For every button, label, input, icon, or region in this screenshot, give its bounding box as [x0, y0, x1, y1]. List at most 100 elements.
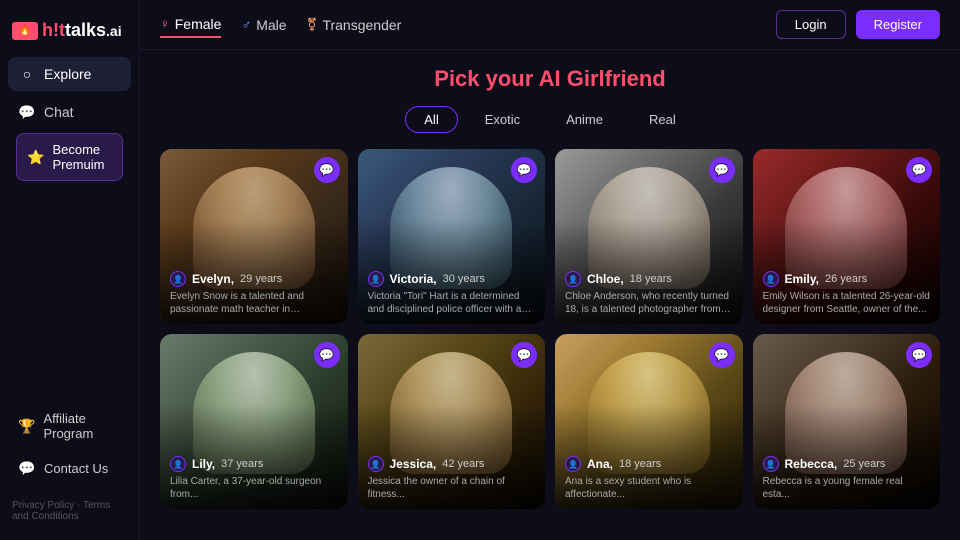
card-evelyn-name: Evelyn, — [192, 272, 234, 286]
card-chloe-desc: Chloe Anderson, who recently turned 18, … — [565, 290, 733, 316]
female-icon: ♀ — [160, 16, 170, 31]
trans-icon: ⚧ — [307, 17, 318, 33]
logo-talks: talks — [65, 20, 106, 40]
filter-anime[interactable]: Anime — [547, 106, 622, 133]
card-jessica[interactable]: 💬 👤 Jessica, 42 years Jessica the owner … — [358, 334, 546, 509]
filter-tabs: All Exotic Anime Real — [160, 106, 940, 133]
page-title-highlight: Girlfriend — [567, 66, 666, 91]
logo-icon: 🔥 — [12, 22, 38, 40]
card-victoria-info: 👤 Victoria, 30 years Victoria "Tori" Har… — [358, 263, 546, 324]
card-victoria-name: Victoria, — [390, 272, 437, 286]
card-lily-chat[interactable]: 💬 — [314, 342, 340, 368]
sidebar-footer: Privacy Policy · Terms and Conditions — [0, 492, 139, 530]
card-chloe-name-row: 👤 Chloe, 18 years — [565, 271, 733, 287]
card-rebecca-avatar: 👤 — [763, 456, 779, 472]
card-victoria-desc: Victoria "Tori" Hart is a determined and… — [368, 290, 536, 316]
card-jessica-name: Jessica, — [390, 457, 437, 471]
header: ♀ Female ♂ Male ⚧ Transgender Login Regi… — [140, 0, 960, 50]
logo-ai: .ai — [106, 23, 122, 39]
sidebar-item-chat-label: Chat — [44, 104, 74, 120]
card-evelyn-name-row: 👤 Evelyn, 29 years — [170, 271, 338, 287]
sidebar-contact-label: Contact Us — [44, 461, 108, 476]
card-victoria-chat[interactable]: 💬 — [511, 157, 537, 183]
filter-real[interactable]: Real — [630, 106, 695, 133]
card-ana-chat[interactable]: 💬 — [709, 342, 735, 368]
sidebar-premium-label: Become Premuim — [52, 142, 112, 172]
logo-text: h!ttalks.ai — [42, 20, 122, 41]
page-title: Pick your AI Girlfriend — [160, 66, 940, 92]
sidebar-item-explore-label: Explore — [44, 66, 91, 82]
main-content: ♀ Female ♂ Male ⚧ Transgender Login Regi… — [140, 0, 960, 540]
card-rebecca-name-row: 👤 Rebecca, 25 years — [763, 456, 931, 472]
chat-icon: 💬 — [18, 103, 36, 121]
contact-icon: 💬 — [18, 459, 36, 477]
card-evelyn-info: 👤 Evelyn, 29 years Evelyn Snow is a tale… — [160, 263, 348, 324]
content-area: Pick your AI Girlfriend All Exotic Anime… — [140, 50, 960, 540]
card-emily-info: 👤 Emily, 26 years Emily Wilson is a tale… — [753, 263, 941, 324]
card-chloe-name: Chloe, — [587, 272, 624, 286]
affiliate-icon: 🏆 — [18, 417, 35, 435]
card-emily-name-row: 👤 Emily, 26 years — [763, 271, 931, 287]
page-title-static: Pick your AI — [434, 66, 566, 91]
card-evelyn-age: 29 years — [240, 273, 282, 285]
login-button[interactable]: Login — [776, 10, 846, 39]
card-emily[interactable]: 💬 👤 Emily, 26 years Emily Wilson is a ta… — [753, 149, 941, 324]
cards-grid: 💬 👤 Evelyn, 29 years Evelyn Snow is a ta… — [160, 149, 940, 509]
tab-female-label: Female — [175, 16, 222, 32]
card-victoria-avatar: 👤 — [368, 271, 384, 287]
card-rebecca-info: 👤 Rebecca, 25 years Rebecca is a young f… — [753, 448, 941, 509]
sidebar-nav: ○ Explore 💬 Chat ⭐ Become Premuim — [0, 57, 139, 396]
sidebar-item-explore[interactable]: ○ Explore — [8, 57, 131, 91]
card-victoria[interactable]: 💬 👤 Victoria, 30 years Victoria "Tori" H… — [358, 149, 546, 324]
card-emily-avatar: 👤 — [763, 271, 779, 287]
tab-male[interactable]: ♂ Male — [241, 12, 286, 38]
card-lily[interactable]: 💬 👤 Lily, 37 years Lilia Carter, a 37-ye… — [160, 334, 348, 509]
card-jessica-info: 👤 Jessica, 42 years Jessica the owner of… — [358, 448, 546, 509]
register-button[interactable]: Register — [856, 10, 940, 39]
logo-hot: h!t — [42, 20, 65, 40]
tab-female[interactable]: ♀ Female — [160, 12, 221, 38]
card-chloe[interactable]: 💬 👤 Chloe, 18 years Chloe Anderson, who … — [555, 149, 743, 324]
card-rebecca-age: 25 years — [843, 458, 885, 470]
filter-all[interactable]: All — [405, 106, 457, 133]
sidebar-item-contact[interactable]: 💬 Contact Us — [8, 452, 131, 484]
filter-exotic[interactable]: Exotic — [466, 106, 539, 133]
card-jessica-avatar: 👤 — [368, 456, 384, 472]
card-ana-info: 👤 Ana, 18 years Ana is a sexy student wh… — [555, 448, 743, 509]
card-ana-age: 18 years — [619, 458, 661, 470]
card-ana-avatar: 👤 — [565, 456, 581, 472]
card-emily-name: Emily, — [785, 272, 819, 286]
card-ana-name-row: 👤 Ana, 18 years — [565, 456, 733, 472]
card-evelyn-avatar: 👤 — [170, 271, 186, 287]
card-rebecca-name: Rebecca, — [785, 457, 838, 471]
card-rebecca-desc: Rebecca is a young female real esta... — [763, 475, 931, 501]
auth-buttons: Login Register — [776, 10, 940, 39]
privacy-link[interactable]: Privacy Policy — [12, 500, 74, 511]
card-evelyn[interactable]: 💬 👤 Evelyn, 29 years Evelyn Snow is a ta… — [160, 149, 348, 324]
sidebar-affiliate-label: Affiliate Program — [43, 411, 121, 441]
sidebar-item-premium[interactable]: ⭐ Become Premuim — [16, 133, 123, 181]
sidebar-bottom: 🏆 Affiliate Program 💬 Contact Us — [0, 396, 139, 492]
card-evelyn-chat[interactable]: 💬 — [314, 157, 340, 183]
card-emily-age: 26 years — [825, 273, 867, 285]
sidebar-item-chat[interactable]: 💬 Chat — [8, 95, 131, 129]
card-victoria-name-row: 👤 Victoria, 30 years — [368, 271, 536, 287]
card-chloe-chat[interactable]: 💬 — [709, 157, 735, 183]
card-jessica-chat[interactable]: 💬 — [511, 342, 537, 368]
card-ana-desc: Ana is a sexy student who is affectionat… — [565, 475, 733, 501]
sidebar: 🔥 h!ttalks.ai ○ Explore 💬 Chat ⭐ Become … — [0, 0, 140, 540]
card-lily-info: 👤 Lily, 37 years Lilia Carter, a 37-year… — [160, 448, 348, 509]
tab-transgender-label: Transgender — [322, 17, 401, 33]
card-ana-name: Ana, — [587, 457, 613, 471]
tab-transgender[interactable]: ⚧ Transgender — [307, 12, 402, 38]
male-icon: ♂ — [241, 17, 251, 32]
card-lily-name-row: 👤 Lily, 37 years — [170, 456, 338, 472]
card-rebecca[interactable]: 💬 👤 Rebecca, 25 years Rebecca is a young… — [753, 334, 941, 509]
card-emily-chat[interactable]: 💬 — [906, 157, 932, 183]
card-rebecca-chat[interactable]: 💬 — [906, 342, 932, 368]
card-lily-avatar: 👤 — [170, 456, 186, 472]
explore-icon: ○ — [18, 65, 36, 83]
card-emily-desc: Emily Wilson is a talented 26-year-old d… — [763, 290, 931, 316]
card-ana[interactable]: 💬 👤 Ana, 18 years Ana is a sexy student … — [555, 334, 743, 509]
sidebar-item-affiliate[interactable]: 🏆 Affiliate Program — [8, 404, 131, 448]
